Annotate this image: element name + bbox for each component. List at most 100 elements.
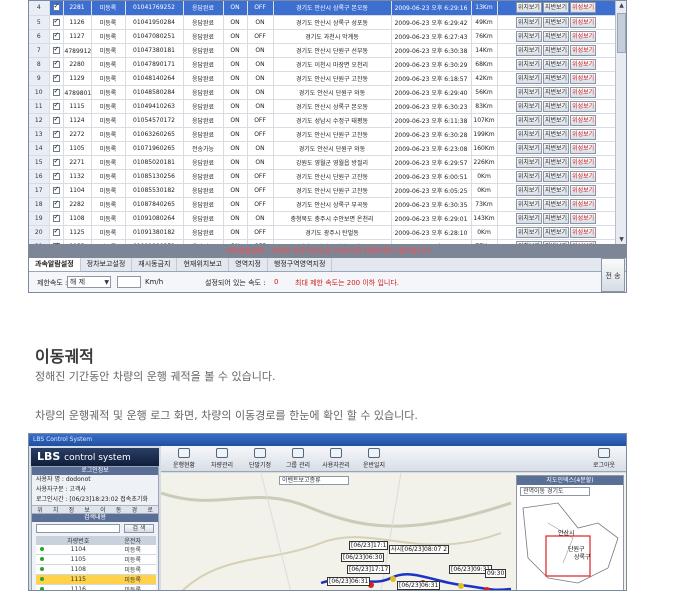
toolbar-vehicle-button[interactable]: 차량관리 [203, 446, 241, 471]
table-row[interactable]: 17 1104미등록01085530182응답완료ONOFF경기도 안산시 단원구… [29, 183, 615, 198]
view-satellite-button[interactable]: 위성보기 [570, 198, 597, 210]
nav-char[interactable]: 동 [116, 506, 122, 514]
map-view[interactable]: 이벤트보고종류 [06/23]17:1 [06/23]06:30 사시[06/2… [161, 473, 626, 590]
search-button[interactable]: 검 색 [124, 524, 154, 533]
toolbar-device-button[interactable]: 단말기정 [241, 446, 279, 471]
view-location-button[interactable]: 위치보기 [515, 44, 542, 56]
table-row[interactable]: 13 2272미등록01063260265응답완료ONOFF경기도 안산시 단원구… [29, 127, 615, 142]
scroll-thumb[interactable] [617, 13, 626, 53]
row-checkbox[interactable] [52, 157, 60, 166]
list-item[interactable]: 1108 미등록 [36, 564, 156, 575]
view-satellite-button[interactable]: 위성보기 [570, 114, 597, 126]
login-reset[interactable]: 접속초기화 [120, 496, 148, 503]
view-satellite-button[interactable]: 위성보기 [570, 30, 597, 42]
list-item[interactable]: 1104 미등록 [36, 545, 156, 555]
view-location-button[interactable]: 위치보기 [515, 72, 542, 84]
view-address-button[interactable]: 지번보기 [542, 128, 570, 140]
row-checkbox[interactable] [52, 2, 60, 12]
view-location-button[interactable]: 위치보기 [515, 114, 542, 126]
table-row[interactable]: 18 2282미등록01087840265응답완료ONOFF경기도 안산시 상록구… [29, 197, 615, 212]
view-satellite-button[interactable]: 위성보기 [570, 58, 597, 70]
toolbar-log-button[interactable]: 운반일지 [355, 446, 393, 471]
view-address-button[interactable]: 지번보기 [542, 198, 570, 210]
search-input[interactable] [36, 524, 120, 533]
scroll-down-icon[interactable]: ▼ [617, 235, 626, 244]
view-location-button[interactable]: 위치보기 [515, 212, 542, 224]
send-button[interactable]: 전 송 [601, 258, 625, 292]
view-address-button[interactable]: 지번보기 [542, 114, 570, 126]
nav-char[interactable]: 위 [37, 506, 43, 514]
tab-speed-alarm[interactable]: 과속알람설정 [29, 258, 81, 271]
view-location-button[interactable]: 위치보기 [515, 198, 542, 210]
tab-location-report[interactable]: 현재위치보고 [177, 258, 230, 271]
table-row[interactable]: 4 2281미등록01041769252응답완료ONOFF경기도 안산시 상록구 … [29, 1, 615, 16]
view-address-button[interactable]: 지번보기 [542, 156, 570, 168]
scroll-up-icon[interactable]: ▲ [617, 1, 626, 10]
logout-button[interactable]: 로그아웃 [585, 446, 623, 471]
view-address-button[interactable]: 지번보기 [542, 2, 570, 14]
list-item[interactable]: 1105 미등록 [36, 554, 156, 565]
view-location-button[interactable]: 위치보기 [515, 156, 542, 168]
view-address-button[interactable]: 지번보기 [542, 86, 570, 98]
row-checkbox[interactable] [52, 101, 60, 110]
row-checkbox[interactable] [52, 59, 60, 68]
table-row[interactable]: 6 1127미등록01047080251응답완료ONOFF경기도 과천시 막계동2… [29, 29, 615, 44]
view-address-button[interactable]: 지번보기 [542, 142, 570, 154]
table-row[interactable]: 12 1124미등록01054570172응답완료ONOFF경기도 성남시 수정구… [29, 113, 615, 128]
nav-char[interactable]: 이 [100, 506, 106, 514]
table-row[interactable]: 82280미등록01047890171응답완료ONON경기도 이천시 마장면 오… [29, 57, 615, 72]
view-satellite-button[interactable]: 위성보기 [570, 100, 597, 112]
view-location-button[interactable]: 위치보기 [515, 16, 542, 28]
event-type-select[interactable]: 이벤트보고종류 [279, 476, 349, 485]
view-location-button[interactable]: 위치보기 [515, 30, 542, 42]
nav-char[interactable]: 치 [53, 506, 59, 514]
view-satellite-button[interactable]: 위성보기 [570, 44, 597, 56]
view-satellite-button[interactable]: 위성보기 [570, 16, 597, 28]
view-address-button[interactable]: 지번보기 [542, 16, 570, 28]
table-row[interactable]: 20 1125미등록01091380182응답완료ONOFF경기도 광주시 탄벌동… [29, 225, 615, 240]
tab-restart-block[interactable]: 재시동금지 [132, 258, 178, 271]
view-location-button[interactable]: 위치보기 [515, 128, 542, 140]
toolbar-group-button[interactable]: 그룹 관리 [279, 446, 317, 471]
row-checkbox[interactable] [52, 73, 60, 82]
row-checkbox[interactable] [52, 45, 60, 54]
view-address-button[interactable]: 지번보기 [542, 44, 570, 56]
view-location-button[interactable]: 위치보기 [515, 226, 542, 238]
view-location-button[interactable]: 위치보기 [515, 170, 542, 182]
view-address-button[interactable]: 지번보기 [542, 100, 570, 112]
list-item[interactable]: 1115 미등록 [36, 574, 156, 585]
view-location-button[interactable]: 위치보기 [515, 100, 542, 112]
row-checkbox[interactable] [52, 227, 60, 236]
view-location-button[interactable]: 위치보기 [515, 86, 542, 98]
view-satellite-button[interactable]: 위성보기 [570, 170, 597, 182]
row-checkbox[interactable] [52, 185, 60, 194]
tab-stop-report[interactable]: 정차보고설정 [81, 258, 133, 271]
table-row[interactable]: 111115미등록01049410263응답완료ONON경기도 안산시 상록구 … [29, 99, 615, 114]
view-location-button[interactable]: 위치보기 [515, 142, 542, 154]
tab-area[interactable]: 영역지정 [229, 258, 268, 271]
mini-map-select[interactable]: 관역이동 경기도 [520, 487, 590, 496]
row-checkbox[interactable] [52, 31, 60, 40]
view-satellite-button[interactable]: 위성보기 [570, 212, 597, 224]
view-location-button[interactable]: 위치보기 [515, 184, 542, 196]
table-row[interactable]: 51126미등록01041950284응답완료ONON경기도 안산시 상록구 성… [29, 15, 615, 30]
view-satellite-button[interactable]: 위성보기 [570, 86, 597, 98]
toolbar-user-button[interactable]: 사용자관리 [317, 446, 355, 471]
row-checkbox[interactable] [52, 129, 60, 138]
view-address-button[interactable]: 지번보기 [542, 212, 570, 224]
toolbar-status-button[interactable]: 운행현황 [165, 446, 203, 471]
grid-scrollbar[interactable]: ▲ ▼ [615, 1, 626, 244]
row-checkbox[interactable] [52, 171, 60, 180]
row-checkbox[interactable] [52, 199, 60, 208]
view-address-button[interactable]: 지번보기 [542, 58, 570, 70]
nav-char[interactable]: 정 [69, 506, 75, 514]
view-satellite-button[interactable]: 위성보기 [570, 156, 597, 168]
view-satellite-button[interactable]: 위성보기 [570, 184, 597, 196]
row-checkbox[interactable] [52, 87, 60, 96]
view-location-button[interactable]: 위치보기 [515, 58, 542, 70]
row-checkbox[interactable] [52, 17, 60, 26]
row-checkbox[interactable] [52, 143, 60, 152]
view-address-button[interactable]: 지번보기 [542, 226, 570, 238]
nav-char[interactable]: 보 [84, 506, 90, 514]
view-address-button[interactable]: 지번보기 [542, 72, 570, 84]
